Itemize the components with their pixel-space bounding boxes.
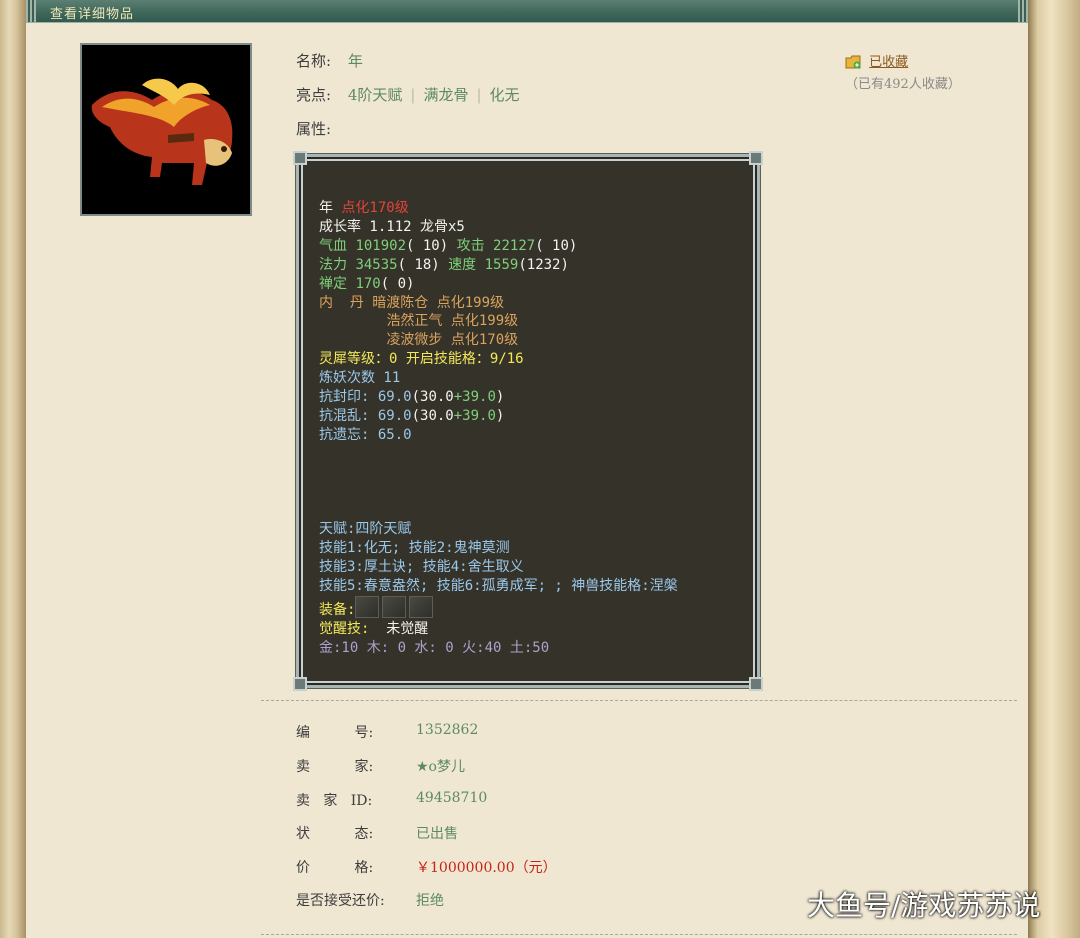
spd-value: 1559 [484, 256, 519, 273]
spd-points: (1232) [518, 256, 569, 273]
equipment-slot-icon[interactable] [382, 596, 407, 619]
resist-forget-label: 抗遗忘: [319, 426, 370, 443]
lianyao-count: 炼妖次数 11 [319, 370, 401, 387]
mp-value: 34535 [355, 256, 398, 273]
talent-line: 天赋:四阶天赋 [319, 521, 412, 538]
highlights-label: 亮点: [296, 86, 332, 104]
left-parchment-border [0, 0, 26, 938]
neidan-entry: 浩然正气 点化199级 [386, 313, 519, 330]
resist-chaos-label: 抗混乱: [319, 407, 370, 424]
info-key: 价 格: [296, 860, 374, 876]
price-value: ￥1000000.00（元） [416, 860, 557, 876]
favorite-folder-icon [845, 55, 862, 73]
item-name-label: 名称: [296, 52, 332, 70]
info-key: 卖 家 ID: [296, 793, 373, 809]
pet-name: 年 [319, 200, 333, 216]
panel-corner-ornament [293, 151, 307, 165]
info-value: 49458710 [416, 790, 488, 806]
panel-corner-ornament [749, 151, 763, 165]
favorite-count: （已有492人收藏） [845, 77, 961, 92]
zen-label: 禅定 [319, 275, 347, 292]
resist-seal-value: 69.0 [377, 389, 412, 406]
highlight-item: 化无 [489, 86, 520, 104]
watermark-text: 大鱼号/游戏苏苏说 [807, 889, 1041, 922]
info-value: 已出售 [416, 826, 458, 842]
highlights-row: 亮点: 4阶天赋 | 满龙骨 | 化无 [296, 84, 520, 105]
panel-corner-ornament [293, 677, 307, 691]
hp-value: 101902 [355, 237, 407, 254]
pet-stats-text: 年 点化170级 成长率 1.112 龙骨x5 气血 101902( 10) 攻… [319, 199, 678, 658]
pet-attribute-panel: 年 点化170级 成长率 1.112 龙骨x5 气血 101902( 10) 攻… [293, 151, 763, 691]
atk-points: ( 10) [535, 237, 578, 254]
highlight-item: 4阶天赋 [347, 86, 403, 104]
titlebar-ornament-left [26, 0, 36, 22]
lingxi-level: 灵犀等级：0 开启技能格：9/16 [319, 351, 524, 368]
highlight-item: 满龙骨 [423, 86, 469, 104]
resist-chaos-bonus: +39.0 [453, 407, 496, 424]
equipment-slot-icon[interactable] [409, 596, 434, 619]
info-value[interactable]: ★o梦儿 [416, 756, 465, 776]
equipment-slot-icon[interactable] [355, 596, 380, 619]
section-divider [261, 700, 1017, 701]
resist-chaos-value: 69.0 [377, 407, 412, 424]
highlight-separator: | [410, 86, 416, 104]
item-name-value: 年 [347, 52, 363, 70]
item-detail-page: 查看详细物品 名称: 年 已收藏 （已有492人收藏） 亮点: 4阶天赋 | 满龙骨… [26, 0, 1028, 938]
skills-line-1: 技能1:化无; 技能2:鬼神莫测 [319, 540, 510, 557]
favorite-area: 已收藏 （已有492人收藏） [845, 51, 1028, 92]
bottom-divider [261, 934, 1017, 935]
zen-value: 170 [355, 275, 381, 292]
info-key: 是否接受还价: [296, 893, 385, 909]
highlight-separator: | [476, 86, 482, 104]
window-title: 查看详细物品 [50, 7, 135, 22]
info-key: 编 号: [296, 725, 374, 741]
info-value: 1352862 [416, 722, 479, 738]
spd-label: 速度 [448, 256, 477, 273]
resist-chaos-base: (30.0 [411, 407, 454, 424]
zen-points: ( 0) [380, 275, 415, 292]
resist-seal-bonus: +39.0 [453, 389, 496, 406]
neidan-entry: 凌波微步 点化170级 [386, 332, 519, 349]
panel-corner-ornament [749, 677, 763, 691]
mp-points: ( 18) [397, 256, 440, 273]
pet-nian-image [82, 45, 250, 214]
hp-label: 气血 [319, 237, 347, 254]
resist-chaos-close: ) [495, 407, 505, 424]
item-name-row: 名称: 年 [296, 50, 363, 71]
skills-line-2: 技能3:厚土诀; 技能4:舍生取义 [319, 559, 524, 576]
window-titlebar: 查看详细物品 [26, 0, 1028, 23]
info-key: 状 态: [296, 826, 374, 842]
info-key: 卖 家: [296, 759, 374, 775]
right-parchment-border [1028, 0, 1080, 938]
favorite-link[interactable]: 已收藏 [869, 55, 908, 70]
resist-seal-close: ) [495, 389, 505, 406]
resist-forget-value: 65.0 [377, 426, 412, 443]
awaken-value: 未觉醒 [386, 620, 429, 637]
pet-growth: 成长率 1.112 龙骨x5 [319, 218, 465, 235]
resist-seal-base: (30.0 [411, 389, 454, 406]
hp-points: ( 10) [406, 237, 449, 254]
atk-label: 攻击 [456, 237, 485, 254]
pet-level: 点化170级 [341, 200, 409, 216]
attributes-row: 属性: [296, 118, 331, 139]
titlebar-ornament-right [1018, 0, 1028, 22]
mp-label: 法力 [319, 256, 347, 273]
equip-label: 装备: [319, 602, 356, 619]
info-value: 拒绝 [416, 893, 444, 909]
attributes-label: 属性: [296, 120, 332, 138]
neidan-label: 内 丹 [319, 294, 364, 311]
pet-thumbnail [80, 43, 252, 216]
resist-seal-label: 抗封印: [319, 389, 370, 406]
skills-line-3: 技能5:春意盎然; 技能6:孤勇成军; ; 神兽技能格:涅槃 [319, 578, 678, 595]
atk-value: 22127 [493, 237, 536, 254]
element-affinity: 金:10 木: 0 水: 0 火:40 土:50 [319, 639, 550, 656]
awaken-label: 觉醒技: [319, 620, 370, 637]
neidan-entry: 暗渡陈仓 点化199级 [372, 294, 505, 311]
